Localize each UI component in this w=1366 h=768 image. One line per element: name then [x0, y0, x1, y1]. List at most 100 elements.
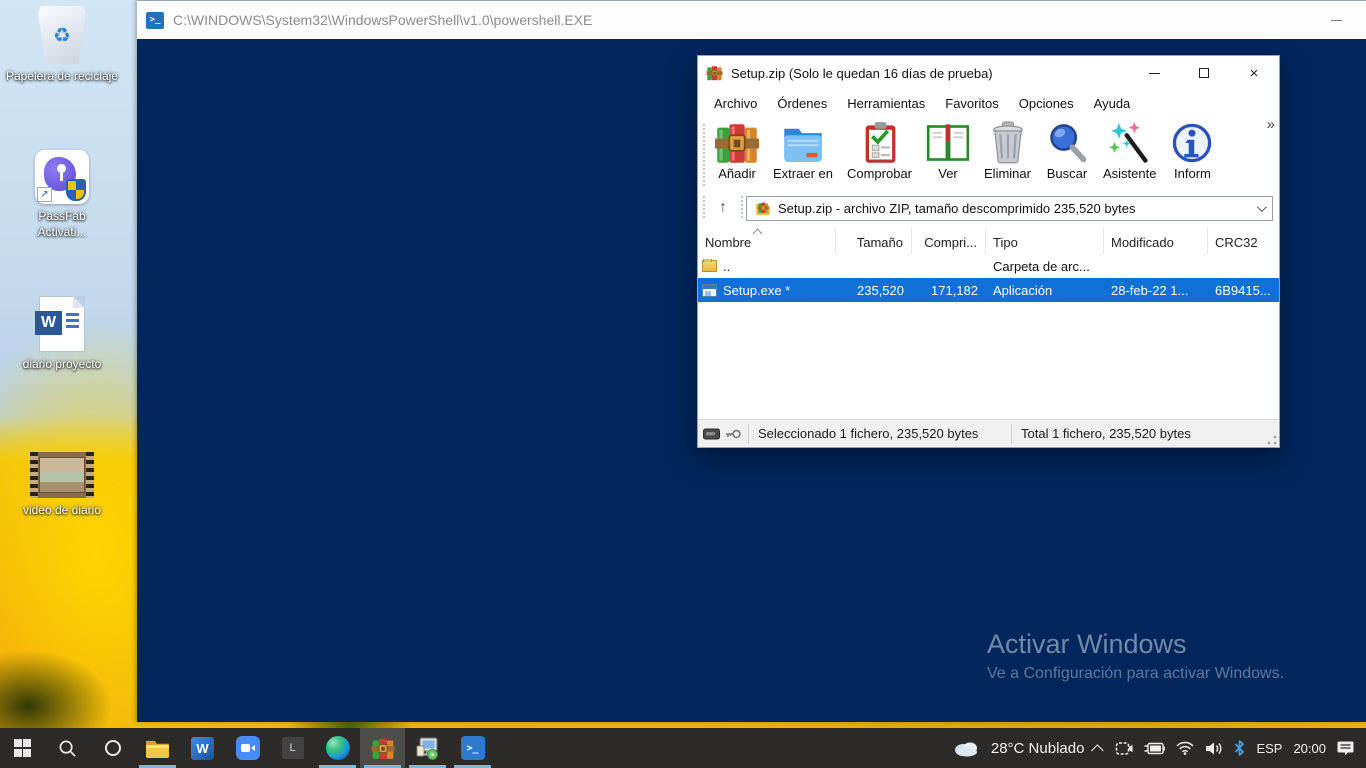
key-icon: [725, 428, 741, 440]
l-app-icon: L: [282, 737, 304, 759]
archive-path-combobox[interactable]: Setup.zip - archivo ZIP, tamaño descompr…: [746, 196, 1273, 221]
winrar-books-icon: [715, 121, 759, 165]
column-header-tipo[interactable]: Tipo: [986, 228, 1104, 254]
menu-ayuda[interactable]: Ayuda: [1084, 96, 1141, 111]
screen: ♻ Papelera de reciclaje ↗ PassFab Activa…: [0, 0, 1366, 768]
taskbar-winrar[interactable]: [360, 728, 405, 768]
taskbar-zoom-app[interactable]: [225, 728, 270, 768]
start-button[interactable]: [0, 728, 45, 768]
chevron-down-icon[interactable]: [1257, 202, 1267, 212]
desktop-icon-label: video de diario: [23, 503, 101, 519]
taskbar-edge[interactable]: [315, 728, 360, 768]
menu-herramientas[interactable]: Herramientas: [837, 96, 935, 111]
taskbar-powershell[interactable]: >_: [450, 728, 495, 768]
menu-archivo[interactable]: Archivo: [704, 96, 767, 111]
wizard-button[interactable]: Asistente: [1096, 120, 1163, 182]
desktop-icon-label: PassFab Activati...: [19, 209, 105, 240]
magic-wand-icon: [1108, 121, 1152, 165]
desktop-icon-video-diario[interactable]: video de diario: [4, 452, 120, 519]
weather-cloud-icon[interactable]: [953, 739, 980, 757]
cortana-button[interactable]: [90, 728, 135, 768]
minimize-button[interactable]: [1129, 56, 1179, 90]
menu-opciones[interactable]: Opciones: [1009, 96, 1084, 111]
view-button[interactable]: Ver: [919, 120, 977, 182]
winrar-window-title: Setup.zip (Solo le quedan 16 días de pru…: [731, 66, 993, 81]
winrar-icon: [371, 737, 395, 760]
battery-icon[interactable]: [1144, 742, 1165, 755]
column-header-modificado[interactable]: Modificado: [1104, 228, 1208, 254]
resize-grip[interactable]: [1267, 435, 1277, 445]
weather-text[interactable]: 28°C Nublado: [991, 740, 1085, 757]
column-header-crc32[interactable]: CRC32: [1208, 228, 1279, 254]
toolbar-overflow-chevron[interactable]: »: [1267, 116, 1275, 133]
folder-extract-icon: [781, 121, 825, 165]
toolbar-grip[interactable]: [703, 124, 705, 188]
winrar-menubar: Archivo Órdenes Herramientas Favoritos O…: [698, 90, 1279, 116]
desktop-icon-label: diario proyecto: [23, 357, 102, 373]
search-icon: [1045, 121, 1089, 165]
menu-favoritos[interactable]: Favoritos: [935, 96, 1008, 111]
column-header-nombre[interactable]: Nombre: [698, 228, 836, 254]
minimize-button[interactable]: [1321, 1, 1351, 39]
taskbar-word[interactable]: W: [180, 728, 225, 768]
taskbar-installer[interactable]: [405, 728, 450, 768]
show-hidden-icons-chevron[interactable]: [1091, 744, 1104, 757]
table-row-setup-exe[interactable]: Setup.exe * 235,520 171,182 Aplicación 2…: [698, 278, 1279, 302]
notification-center-icon[interactable]: [1337, 740, 1356, 756]
disk-icon: [703, 428, 721, 440]
desktop-icon-diario-proyecto[interactable]: W diario proyecto: [4, 296, 120, 373]
table-row-parent-dir[interactable]: .. Carpeta de arc...: [698, 254, 1279, 278]
info-button[interactable]: Inform: [1163, 120, 1221, 182]
powershell-icon: >_: [146, 12, 164, 29]
file-explorer-icon: [145, 738, 170, 759]
address-grip[interactable]: [703, 196, 705, 220]
open-book-icon: [926, 121, 970, 165]
winrar-app-icon: [706, 65, 723, 81]
bluetooth-icon[interactable]: [1234, 740, 1245, 756]
clock[interactable]: 20:00: [1293, 741, 1326, 756]
word-document-icon: W: [39, 296, 85, 352]
taskbar-search-button[interactable]: [45, 728, 90, 768]
info-icon: [1170, 121, 1214, 165]
wifi-icon[interactable]: [1176, 741, 1194, 755]
winrar-file-list: Nombre Tamaño Compri... Tipo Modificado …: [698, 228, 1279, 419]
up-directory-button[interactable]: ↑: [708, 195, 738, 221]
filmstrip-icon: [30, 452, 94, 498]
recycle-bin-icon: ♻: [38, 6, 86, 64]
volume-icon[interactable]: [1205, 741, 1223, 756]
test-button[interactable]: Comprobar: [840, 120, 919, 182]
taskbar-file-explorer[interactable]: [135, 728, 180, 768]
combo-grip[interactable]: [741, 196, 743, 220]
find-button[interactable]: Buscar: [1038, 120, 1096, 182]
trash-icon: [986, 121, 1030, 165]
activate-windows-watermark: Activar Windows Ve a Configuración para …: [987, 629, 1284, 683]
menu-ordenes[interactable]: Órdenes: [767, 96, 837, 111]
maximize-button[interactable]: [1179, 56, 1229, 90]
application-icon: [702, 284, 717, 297]
extract-button[interactable]: Extraer en: [766, 120, 840, 182]
status-selected: Seleccionado 1 fichero, 235,520 bytes: [749, 426, 1011, 441]
desktop-icon-passfab[interactable]: ↗ PassFab Activati...: [4, 150, 120, 240]
winrar-window: Setup.zip (Solo le quedan 16 días de pru…: [697, 55, 1280, 448]
winrar-titlebar[interactable]: Setup.zip (Solo le quedan 16 días de pru…: [698, 56, 1279, 90]
desktop-icon-recycle-bin[interactable]: ♻ Papelera de reciclaje: [4, 6, 120, 85]
winrar-address-row: ↑ Setup.zip - archivo ZIP, tamaño descom…: [698, 192, 1279, 228]
folder-icon: [702, 260, 717, 272]
cortana-icon: [105, 740, 121, 756]
powershell-window-title: C:\WINDOWS\System32\WindowsPowerShell\v1…: [173, 12, 592, 28]
meet-now-icon[interactable]: [1115, 741, 1133, 756]
language-indicator[interactable]: ESP: [1256, 741, 1282, 756]
watermark-subtitle: Ve a Configuración para activar Windows.: [987, 665, 1284, 683]
close-button[interactable]: ×: [1229, 56, 1279, 90]
column-headers: Nombre Tamaño Compri... Tipo Modificado …: [698, 228, 1279, 254]
column-header-comprimido[interactable]: Compri...: [912, 228, 986, 254]
column-header-tamano[interactable]: Tamaño: [836, 228, 912, 254]
delete-button[interactable]: Eliminar: [977, 120, 1038, 182]
powershell-titlebar[interactable]: >_ C:\WINDOWS\System32\WindowsPowerShell…: [137, 1, 1366, 39]
zip-archive-icon: [755, 201, 771, 216]
desktop-icon-label: Papelera de reciclaje: [6, 69, 118, 85]
add-button[interactable]: Añadir: [708, 120, 766, 182]
search-icon: [58, 739, 77, 758]
taskbar-l-app[interactable]: L: [270, 728, 315, 768]
winrar-statusbar: Seleccionado 1 fichero, 235,520 bytes To…: [698, 419, 1279, 447]
